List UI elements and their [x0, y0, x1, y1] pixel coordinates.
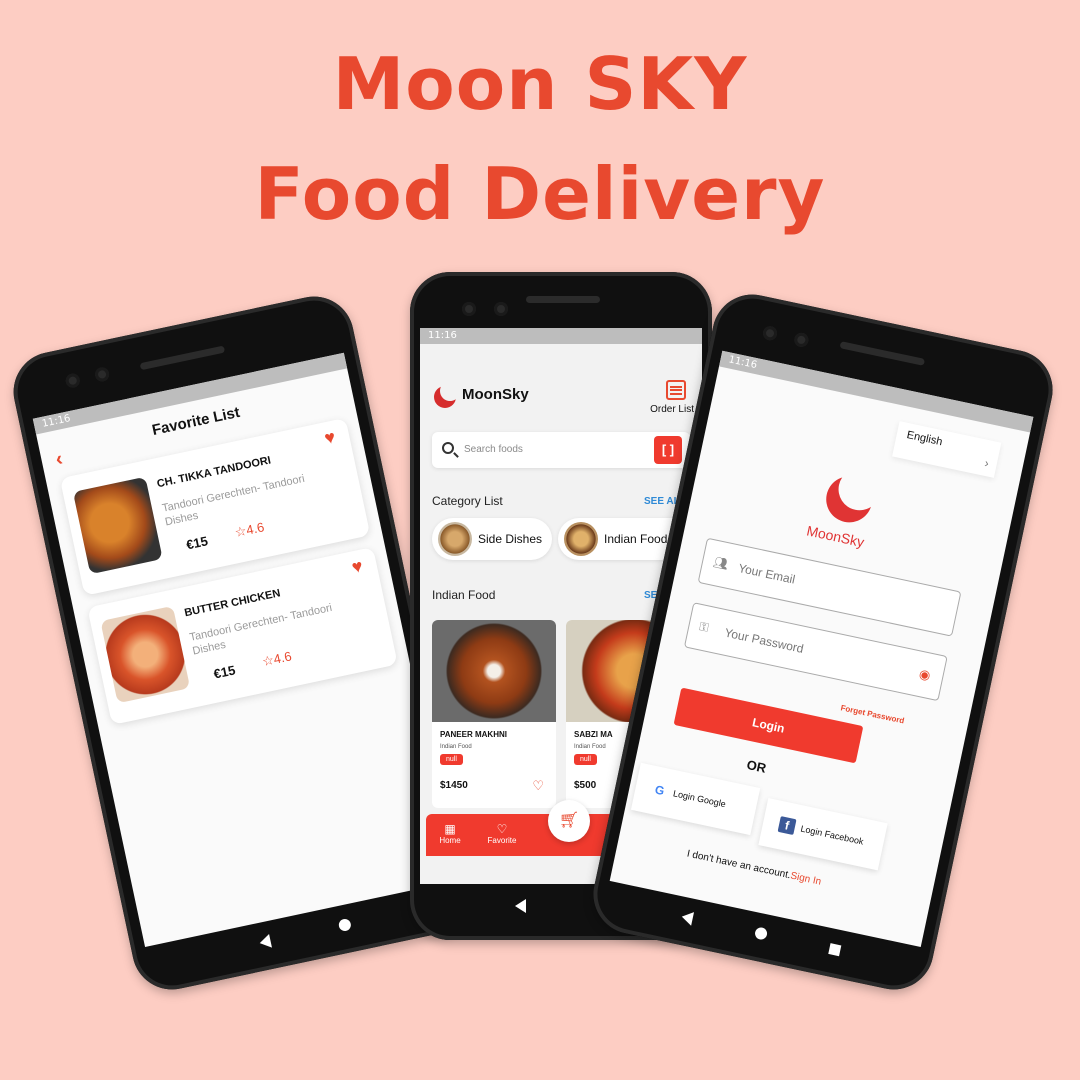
search-bar[interactable]: Search foods [ ]	[432, 432, 690, 468]
language-selector[interactable]: English ›	[892, 421, 1002, 478]
headline-subtitle: Food Delivery	[254, 152, 826, 236]
speaker-grille	[139, 345, 226, 371]
food-name: PANEER MAKHNI	[440, 730, 507, 739]
category-title: Category List	[432, 494, 503, 508]
category-image	[564, 522, 598, 556]
eye-off-icon[interactable]: ◉	[918, 666, 932, 684]
category-label: Indian Food	[604, 532, 668, 546]
chevron-right-icon: ›	[983, 455, 991, 471]
rating-value: 4.6	[244, 519, 266, 538]
speaker-grille	[526, 296, 600, 303]
phone-favorites: 11:16 Favorite List ‹ CH. TIKKA TANDOORI…	[6, 289, 480, 997]
camera-icon	[93, 366, 111, 383]
food-price: $1450	[440, 780, 468, 791]
grid-icon: ▦	[444, 822, 456, 836]
food-image	[72, 476, 163, 575]
nav-home-label: Home	[439, 836, 461, 845]
google-icon: G	[650, 780, 670, 800]
nav-back-icon[interactable]	[680, 909, 695, 926]
brand-name: MoonSky	[462, 386, 529, 403]
moon-logo-icon	[821, 472, 877, 527]
food-image	[100, 605, 191, 704]
google-login-label: Login Google	[672, 788, 727, 810]
favorites-screen: 11:16 Favorite List ‹ CH. TIKKA TANDOORI…	[32, 352, 457, 948]
category-chip[interactable]: Side Dishes	[432, 518, 552, 560]
heart-icon[interactable]: ♥	[323, 427, 338, 450]
heart-icon[interactable]: ♥	[350, 556, 365, 579]
brand-name: MoonSky	[805, 522, 866, 551]
food-image	[432, 620, 556, 722]
nav-back-icon[interactable]	[514, 899, 526, 913]
key-icon: ⚿	[698, 619, 711, 635]
status-bar: 11:16	[420, 328, 702, 344]
app-header: MoonSky Order List	[420, 344, 702, 416]
category-image	[438, 522, 472, 556]
camera-icon	[462, 302, 476, 316]
food-name: SABZI MA	[574, 730, 613, 739]
or-divider: OR	[745, 757, 768, 776]
status-bar: 11:16	[719, 350, 1034, 433]
search-icon	[442, 442, 454, 454]
user-icon: 👥︎	[711, 554, 730, 572]
facebook-login-label: Login Facebook	[799, 823, 865, 847]
facebook-login-button[interactable]: f Login Facebook	[758, 798, 888, 871]
signup-text: I don't have an account.	[685, 848, 792, 882]
order-list-label[interactable]: Order List	[650, 404, 694, 415]
nav-back-icon[interactable]	[257, 934, 272, 951]
camera-icon	[494, 302, 508, 316]
heart-outline-icon[interactable]: ♡	[532, 778, 544, 794]
cart-icon[interactable]: 🛒︎	[548, 800, 590, 842]
nav-home-icon[interactable]	[337, 917, 352, 933]
nav-favorite-label: Favorite	[487, 836, 517, 845]
food-category: Indian Food	[574, 744, 606, 750]
nav-home-icon[interactable]	[753, 926, 769, 941]
camera-icon	[64, 372, 82, 389]
login-button[interactable]: Login	[673, 687, 864, 764]
camera-icon	[761, 324, 779, 342]
section-title: Indian Food	[432, 588, 496, 602]
google-login-button[interactable]: G Login Google	[630, 762, 761, 836]
rating: ☆4.6	[261, 648, 293, 670]
food-category: Indian Food	[440, 744, 472, 750]
food-card[interactable]: PANEER MAKHNI Indian Food null $1450 ♡	[432, 620, 556, 808]
food-tag: null	[440, 754, 463, 765]
food-price: $500	[574, 780, 597, 791]
order-list-icon[interactable]	[666, 380, 686, 400]
rating: ☆4.6	[233, 519, 265, 541]
search-input[interactable]: Search foods	[464, 444, 523, 455]
sign-in-link[interactable]: Sign In	[789, 870, 822, 887]
speaker-grille	[839, 341, 926, 366]
forget-password-link[interactable]: Forget Password	[840, 703, 905, 725]
moon-logo-icon	[434, 381, 460, 408]
language-label: English	[905, 429, 944, 449]
nav-recent-icon[interactable]	[828, 942, 842, 956]
food-price: €15	[184, 533, 210, 553]
nav-favorite[interactable]: ♡ Favorite	[482, 822, 522, 845]
email-input[interactable]: Your Email	[737, 561, 796, 587]
heart-icon: ♡	[496, 822, 508, 836]
password-input[interactable]: Your Password	[723, 626, 804, 656]
nav-home[interactable]: ▦ Home	[430, 822, 470, 845]
category-label: Side Dishes	[478, 532, 543, 546]
headline-title: Moon SKY	[332, 42, 748, 126]
camera-icon	[793, 331, 810, 349]
rating-value: 4.6	[272, 648, 293, 667]
food-price: €15	[212, 662, 237, 682]
scan-button[interactable]: [ ]	[654, 436, 682, 464]
facebook-icon: f	[777, 816, 797, 836]
food-tag: null	[574, 754, 597, 765]
